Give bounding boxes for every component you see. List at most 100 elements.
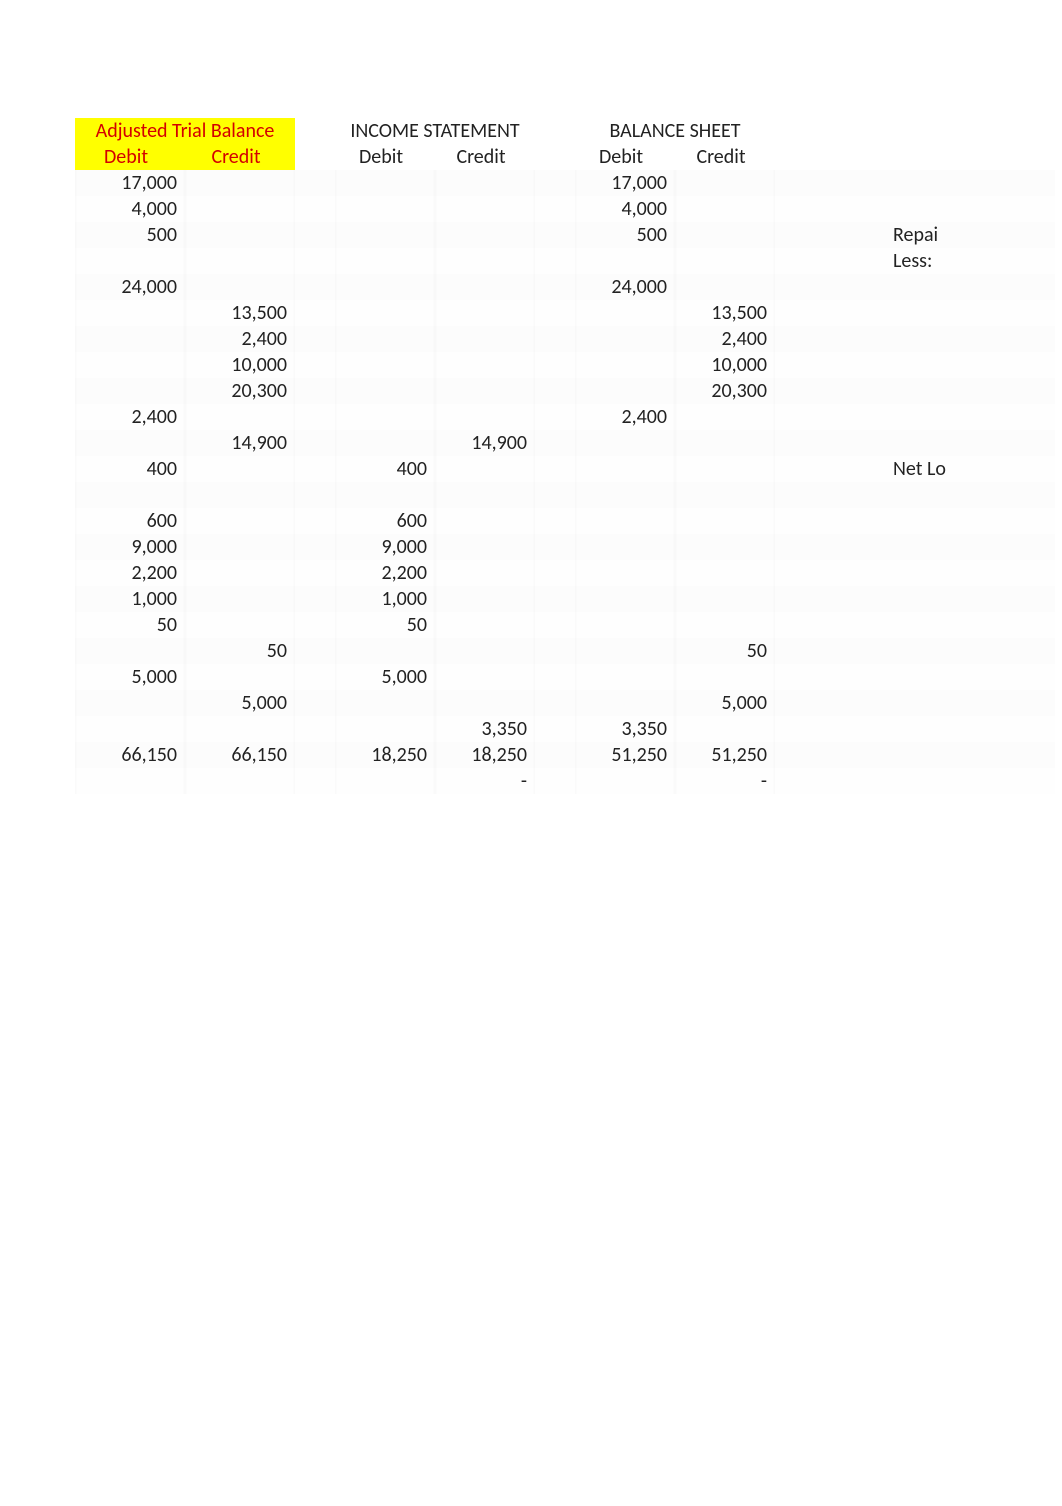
side-annotation [885,560,1005,586]
cell-is-debit [335,170,435,196]
cell-atb-credit: 13,500 [185,300,295,326]
cell-atb-credit [185,664,295,690]
cell-is-credit [435,404,535,430]
cell-bs-debit [575,638,675,664]
table-row: -- [75,768,1055,794]
side-annotation [885,404,1005,430]
cell-is-debit [335,196,435,222]
cell-is-debit [335,378,435,404]
cell-is-debit [335,404,435,430]
cell-is-debit [335,430,435,456]
table-row [75,482,1055,508]
cell-is-debit [335,690,435,716]
cell-is-debit [335,482,435,508]
cell-bs-credit [675,482,775,508]
cell-is-debit: 600 [335,508,435,534]
cell-is-debit: 50 [335,612,435,638]
cell-bs-debit [575,768,675,794]
cell-atb-credit [185,586,295,612]
cell-atb-credit [185,534,295,560]
worksheet-table: Adjusted Trial Balance INCOME STATEMENT … [75,118,1055,794]
cell-atb-credit: 5,000 [185,690,295,716]
cell-atb-credit [185,196,295,222]
cell-atb-credit: 2,400 [185,326,295,352]
side-annotation [885,274,1005,300]
cell-is-debit [335,326,435,352]
cell-atb-debit: 4,000 [75,196,185,222]
side-annotation: Repai [885,222,1005,248]
cell-bs-credit [675,456,775,482]
cell-atb-credit [185,170,295,196]
cell-atb-debit: 17,000 [75,170,185,196]
table-row: 1,0001,000 [75,586,1055,612]
cell-atb-credit: 66,150 [185,742,295,768]
cell-is-debit [335,768,435,794]
table-row: 66,15066,15018,25018,25051,25051,250 [75,742,1055,768]
col-header-atb-debit: Debit [75,144,185,170]
cell-bs-debit [575,430,675,456]
side-annotation: Less: [885,248,1005,274]
cell-atb-credit [185,248,295,274]
cell-is-credit: 18,250 [435,742,535,768]
cell-bs-debit [575,378,675,404]
cell-atb-debit [75,326,185,352]
cell-bs-debit: 51,250 [575,742,675,768]
cell-bs-credit [675,586,775,612]
side-annotation [885,196,1005,222]
cell-bs-credit: 13,500 [675,300,775,326]
cell-atb-debit: 400 [75,456,185,482]
cell-atb-debit: 66,150 [75,742,185,768]
cell-atb-debit [75,716,185,742]
cell-bs-credit [675,534,775,560]
cell-atb-debit: 2,400 [75,404,185,430]
side-annotation [885,482,1005,508]
cell-atb-credit [185,404,295,430]
side-annotation [885,352,1005,378]
table-row: 5,0005,000 [75,664,1055,690]
table-row: 4,0004,000 [75,196,1055,222]
cell-bs-credit [675,170,775,196]
cell-atb-credit [185,222,295,248]
cell-is-debit [335,638,435,664]
table-row: 9,0009,000 [75,534,1055,560]
table-row: 10,00010,000 [75,352,1055,378]
cell-atb-credit [185,768,295,794]
table-row: 3,3503,350 [75,716,1055,742]
column-header-row: Debit Credit Debit Credit Debit Credit [75,144,1055,170]
side-annotation [885,742,1005,768]
cell-bs-debit [575,612,675,638]
cell-bs-debit [575,248,675,274]
cell-is-debit: 9,000 [335,534,435,560]
cell-bs-debit [575,482,675,508]
cell-bs-credit: 2,400 [675,326,775,352]
cell-bs-debit: 17,000 [575,170,675,196]
cell-bs-credit [675,404,775,430]
cell-is-debit [335,222,435,248]
cell-atb-debit [75,638,185,664]
cell-atb-credit: 10,000 [185,352,295,378]
cell-atb-credit [185,482,295,508]
cell-bs-credit [675,612,775,638]
cell-bs-credit: 51,250 [675,742,775,768]
cell-is-debit: 2,200 [335,560,435,586]
cell-atb-debit [75,430,185,456]
table-row: 600600 [75,508,1055,534]
cell-bs-debit: 2,400 [575,404,675,430]
cell-bs-debit: 3,350 [575,716,675,742]
table-row: 2,400 2,400 [75,326,1055,352]
col-header-is-credit: Credit [435,144,535,170]
cell-atb-debit [75,690,185,716]
cell-atb-credit [185,274,295,300]
side-annotation [885,430,1005,456]
cell-is-credit [435,638,535,664]
group-header-balance-sheet: BALANCE SHEET [575,118,775,144]
cell-atb-credit: 20,300 [185,378,295,404]
cell-bs-credit [675,222,775,248]
table-row: 14,90014,900 [75,430,1055,456]
side-annotation [885,300,1005,326]
side-annotation [885,638,1005,664]
cell-atb-debit [75,768,185,794]
cell-atb-debit: 2,200 [75,560,185,586]
table-row: 2,400 2,400 [75,404,1055,430]
cell-bs-debit [575,664,675,690]
